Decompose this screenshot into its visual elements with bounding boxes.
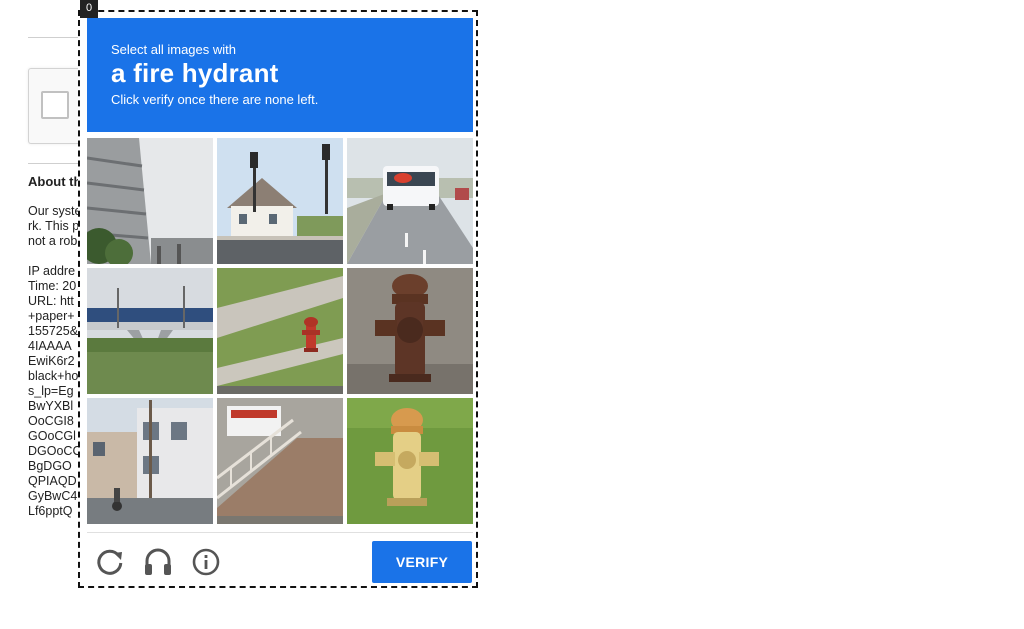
street-traffic-light-image: [217, 138, 343, 264]
info-icon: [192, 548, 220, 576]
bus-highway-image: [347, 138, 473, 264]
details-line: QPIAQD: [28, 474, 77, 488]
page-paragraph: Our syste rk. This p not a rob: [28, 204, 82, 249]
parking-garage-image: [87, 138, 213, 264]
details-line: GyBwC4: [28, 489, 78, 503]
details-line: s_lp=Eg: [28, 384, 74, 398]
details-line: Time: 20: [28, 279, 77, 293]
details-line: BgDGO: [28, 459, 72, 473]
recaptcha-checkbox[interactable]: [41, 91, 69, 119]
details-line: OoCGI8: [28, 414, 74, 428]
street-houses-image: [87, 398, 213, 524]
paragraph-line: Our syste: [28, 204, 82, 218]
yellow-hydrant-image: [347, 398, 473, 524]
image-tile-9[interactable]: [347, 398, 473, 524]
paragraph-line: not a rob: [28, 234, 78, 248]
details-line: Lf6pptQ: [28, 504, 73, 518]
image-tile-4[interactable]: [87, 268, 213, 394]
prompt-instruction: Click verify once there are none left.: [111, 92, 319, 107]
rusty-hydrant-image: [347, 268, 473, 394]
image-tile-8[interactable]: [217, 398, 343, 524]
audio-challenge-button[interactable]: [140, 544, 176, 580]
details-line: DGOoCC: [28, 444, 82, 458]
stairs-railing-image: [217, 398, 343, 524]
overpass-image: [87, 268, 213, 394]
details-line: +paper+: [28, 309, 75, 323]
details-line: 4IAAAA: [28, 339, 72, 353]
image-tile-7[interactable]: [87, 398, 213, 524]
prompt-target: a fire hydrant: [111, 58, 279, 88]
details-line: black+ho: [28, 369, 79, 383]
selection-counter: 0: [80, 0, 98, 18]
details-line: 155725&: [28, 324, 79, 338]
headphones-icon: [145, 548, 171, 575]
details-line: GOoCGl: [28, 429, 76, 443]
details-line: BwYXBl: [28, 399, 74, 413]
page-heading: About th: [28, 174, 82, 189]
page-details: IP addre Time: 20 URL: htt +paper+ 15572…: [28, 264, 81, 519]
prompt-intro: Select all images with: [111, 42, 236, 57]
help-button[interactable]: [188, 544, 224, 580]
image-tile-1[interactable]: [87, 138, 213, 264]
image-tile-2[interactable]: [217, 138, 343, 264]
image-tile-3[interactable]: [347, 138, 473, 264]
image-tile-5[interactable]: [217, 268, 343, 394]
verify-button[interactable]: VERIFY: [372, 541, 472, 583]
challenge-header: Select all images with a fire hydrant Cl…: [87, 18, 473, 132]
reload-button[interactable]: [92, 544, 128, 580]
red-hydrant-sidewalk-image: [217, 268, 343, 394]
details-line: IP addre: [28, 264, 76, 278]
reload-icon: [97, 549, 123, 575]
footer-divider: [87, 532, 473, 533]
paragraph-line: rk. This p: [28, 219, 80, 233]
details-line: URL: htt: [28, 294, 74, 308]
image-grid: [87, 138, 473, 524]
details-line: EwiK6r2: [28, 354, 75, 368]
image-tile-6[interactable]: [347, 268, 473, 394]
